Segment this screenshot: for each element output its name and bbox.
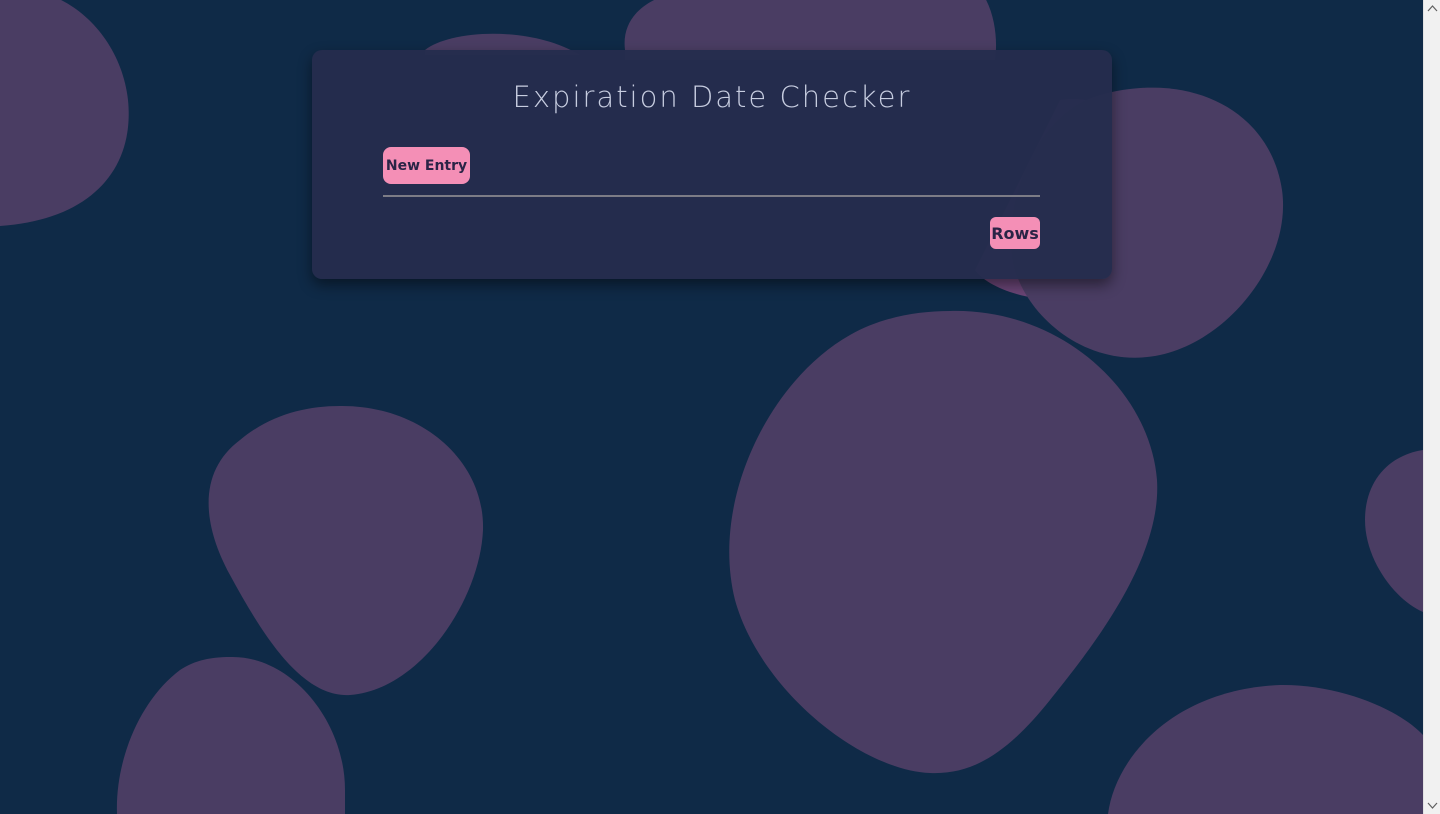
blob-bottom-right xyxy=(1108,684,1423,814)
checker-card: Expiration Date Checker New Entry Rows xyxy=(312,50,1112,279)
blob-top-left xyxy=(0,0,129,226)
page-background: Expiration Date Checker New Entry Rows xyxy=(0,0,1423,814)
vertical-scrollbar[interactable] xyxy=(1423,0,1440,814)
blob-center-large xyxy=(729,310,1158,774)
scroll-up-arrow-icon[interactable] xyxy=(1424,0,1440,17)
blob-left-middle xyxy=(208,405,484,696)
page-title: Expiration Date Checker xyxy=(512,80,912,114)
rows-button[interactable]: Rows xyxy=(990,217,1040,249)
scroll-down-arrow-icon[interactable] xyxy=(1424,797,1440,814)
divider xyxy=(383,195,1040,197)
blob-right-edge xyxy=(1365,450,1423,612)
new-entry-button[interactable]: New Entry xyxy=(383,147,470,184)
